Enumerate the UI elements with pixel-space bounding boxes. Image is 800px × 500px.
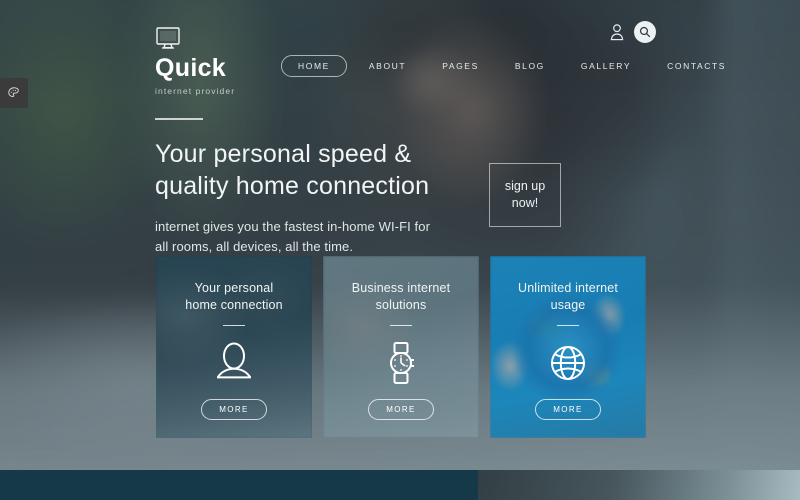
nav-item-gallery[interactable]: GALLERY — [581, 61, 631, 71]
hero-title-line-1: Your personal speed & — [155, 140, 412, 168]
header-actions — [610, 21, 656, 43]
site-logo[interactable]: Quick internet provider — [155, 26, 235, 96]
footer-image-panel — [478, 470, 800, 500]
hero-subtitle-line-2: all rooms, all devices, all the time. — [155, 239, 354, 255]
card-more-button[interactable]: MORE — [368, 399, 434, 421]
main-navigation: HOME ABOUT PAGES BLOG GALLERY CONTACTS — [281, 55, 726, 77]
card-title: Unlimited internet usage — [508, 280, 628, 314]
card-title-line-1: Unlimited internet — [518, 281, 618, 295]
user-avatar-icon — [213, 339, 255, 387]
monitor-icon — [155, 26, 181, 50]
card-title-line-1: Business internet — [351, 281, 451, 295]
hero-divider — [155, 118, 203, 120]
nav-item-contacts[interactable]: CONTACTS — [667, 61, 726, 71]
card-title-line-2: usage — [550, 297, 586, 312]
footer-dark-panel — [0, 470, 478, 500]
feature-card-home-connection[interactable]: Your personal home connection MORE — [156, 256, 312, 438]
user-icon[interactable] — [610, 23, 624, 41]
wristwatch-icon — [381, 339, 421, 387]
feature-card-business-solutions[interactable]: Business internet solutions MORE — [323, 256, 479, 438]
hero-title-line-2: quality home connection — [155, 172, 430, 200]
card-divider — [557, 324, 579, 327]
card-divider — [390, 324, 412, 327]
brand-tagline: internet provider — [155, 86, 236, 96]
card-divider — [223, 324, 245, 327]
card-title-line-1: Your personal — [194, 281, 274, 295]
search-icon[interactable] — [634, 21, 656, 43]
sign-up-label-line-1: sign up — [504, 179, 546, 194]
feature-card-unlimited-usage[interactable]: Unlimited internet usage MORE — [490, 256, 646, 438]
globe-icon — [546, 339, 590, 387]
card-title-line-2: home connection — [185, 297, 283, 312]
feature-cards: Your personal home connection MORE Busin… — [156, 256, 646, 438]
card-title-line-2: solutions — [375, 297, 427, 312]
nav-item-blog[interactable]: BLOG — [515, 61, 545, 71]
card-title: Your personal home connection — [175, 280, 292, 314]
sign-up-button[interactable]: sign up now! — [489, 163, 561, 227]
card-title: Business internet solutions — [342, 280, 460, 314]
nav-item-pages[interactable]: PAGES — [442, 61, 479, 71]
footer-strip — [0, 470, 800, 500]
palette-icon — [7, 86, 21, 100]
sign-up-label-line-2: now! — [511, 196, 539, 210]
theme-palette-toggle[interactable] — [0, 78, 28, 108]
hero-subtitle: internet gives you the fastest in-home W… — [155, 217, 465, 257]
nav-item-about[interactable]: ABOUT — [369, 61, 406, 71]
card-more-button[interactable]: MORE — [535, 399, 601, 421]
nav-item-home[interactable]: HOME — [281, 55, 347, 77]
page-root: Quick internet provider HOME ABOUT PAGES… — [0, 0, 800, 500]
site-header: Quick internet provider HOME ABOUT PAGES… — [0, 0, 800, 96]
card-more-button[interactable]: MORE — [201, 399, 267, 421]
hero-subtitle-line-1: internet gives you the fastest in-home W… — [155, 219, 431, 234]
brand-name: Quick — [155, 54, 226, 82]
